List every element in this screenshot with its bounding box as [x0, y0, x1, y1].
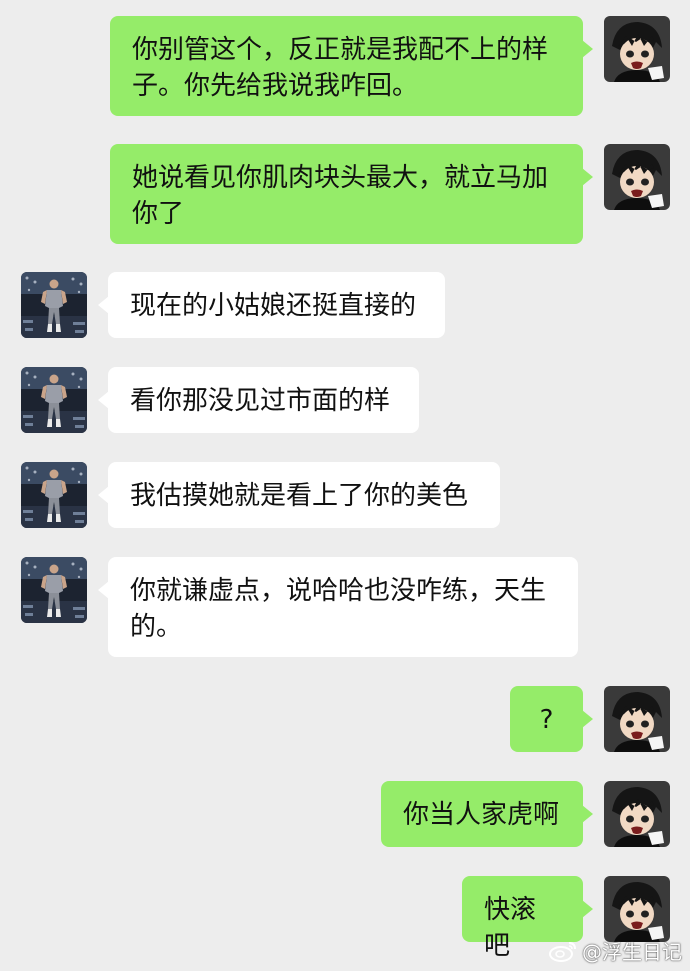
avatar[interactable] — [604, 144, 670, 210]
message-bubble-received[interactable]: 我估摸她就是看上了你的美色 — [98, 462, 500, 528]
watermark: @浮生日记 — [548, 936, 682, 965]
message-bubble-sent[interactable]: 快滚吧 — [462, 876, 593, 961]
bodybuilder-photo-avatar-icon — [21, 272, 87, 338]
bodybuilder-photo-avatar-icon — [21, 367, 87, 433]
message-bubble-received[interactable]: 看你那没见过市面的样 — [98, 367, 419, 433]
message-bubble-sent[interactable]: 她说看见你肌肉块头最大，就立马加你了 — [110, 144, 593, 244]
avatar[interactable] — [21, 367, 87, 433]
avatar[interactable] — [21, 272, 87, 338]
anime-character-avatar-icon — [604, 686, 670, 752]
message-bubble-sent[interactable]: 你别管这个，反正就是我配不上的样子。你先给我说我咋回。 — [110, 16, 593, 116]
message-bubble-sent[interactable]: ? — [510, 686, 593, 752]
anime-character-avatar-icon — [604, 16, 670, 82]
avatar[interactable] — [604, 16, 670, 82]
watermark-text: @浮生日记 — [582, 940, 682, 964]
message-bubble-received[interactable]: 现在的小姑娘还挺直接的 — [98, 272, 445, 338]
anime-character-avatar-icon — [604, 876, 670, 942]
avatar[interactable] — [21, 557, 87, 623]
weibo-icon — [549, 941, 576, 962]
bodybuilder-photo-avatar-icon — [21, 557, 87, 623]
message-bubble-sent[interactable]: 你当人家虎啊 — [381, 781, 593, 847]
chat-view: 你别管这个，反正就是我配不上的样子。你先给我说我咋回。 她说看见你肌肉块头最大，… — [0, 0, 690, 971]
avatar[interactable] — [604, 781, 670, 847]
message-bubble-received[interactable]: 你就谦虚点，说哈哈也没咋练，天生的。 — [98, 557, 578, 657]
avatar[interactable] — [604, 686, 670, 752]
avatar[interactable] — [604, 876, 670, 942]
avatar[interactable] — [21, 462, 87, 528]
anime-character-avatar-icon — [604, 781, 670, 847]
anime-character-avatar-icon — [604, 144, 670, 210]
bodybuilder-photo-avatar-icon — [21, 462, 87, 528]
